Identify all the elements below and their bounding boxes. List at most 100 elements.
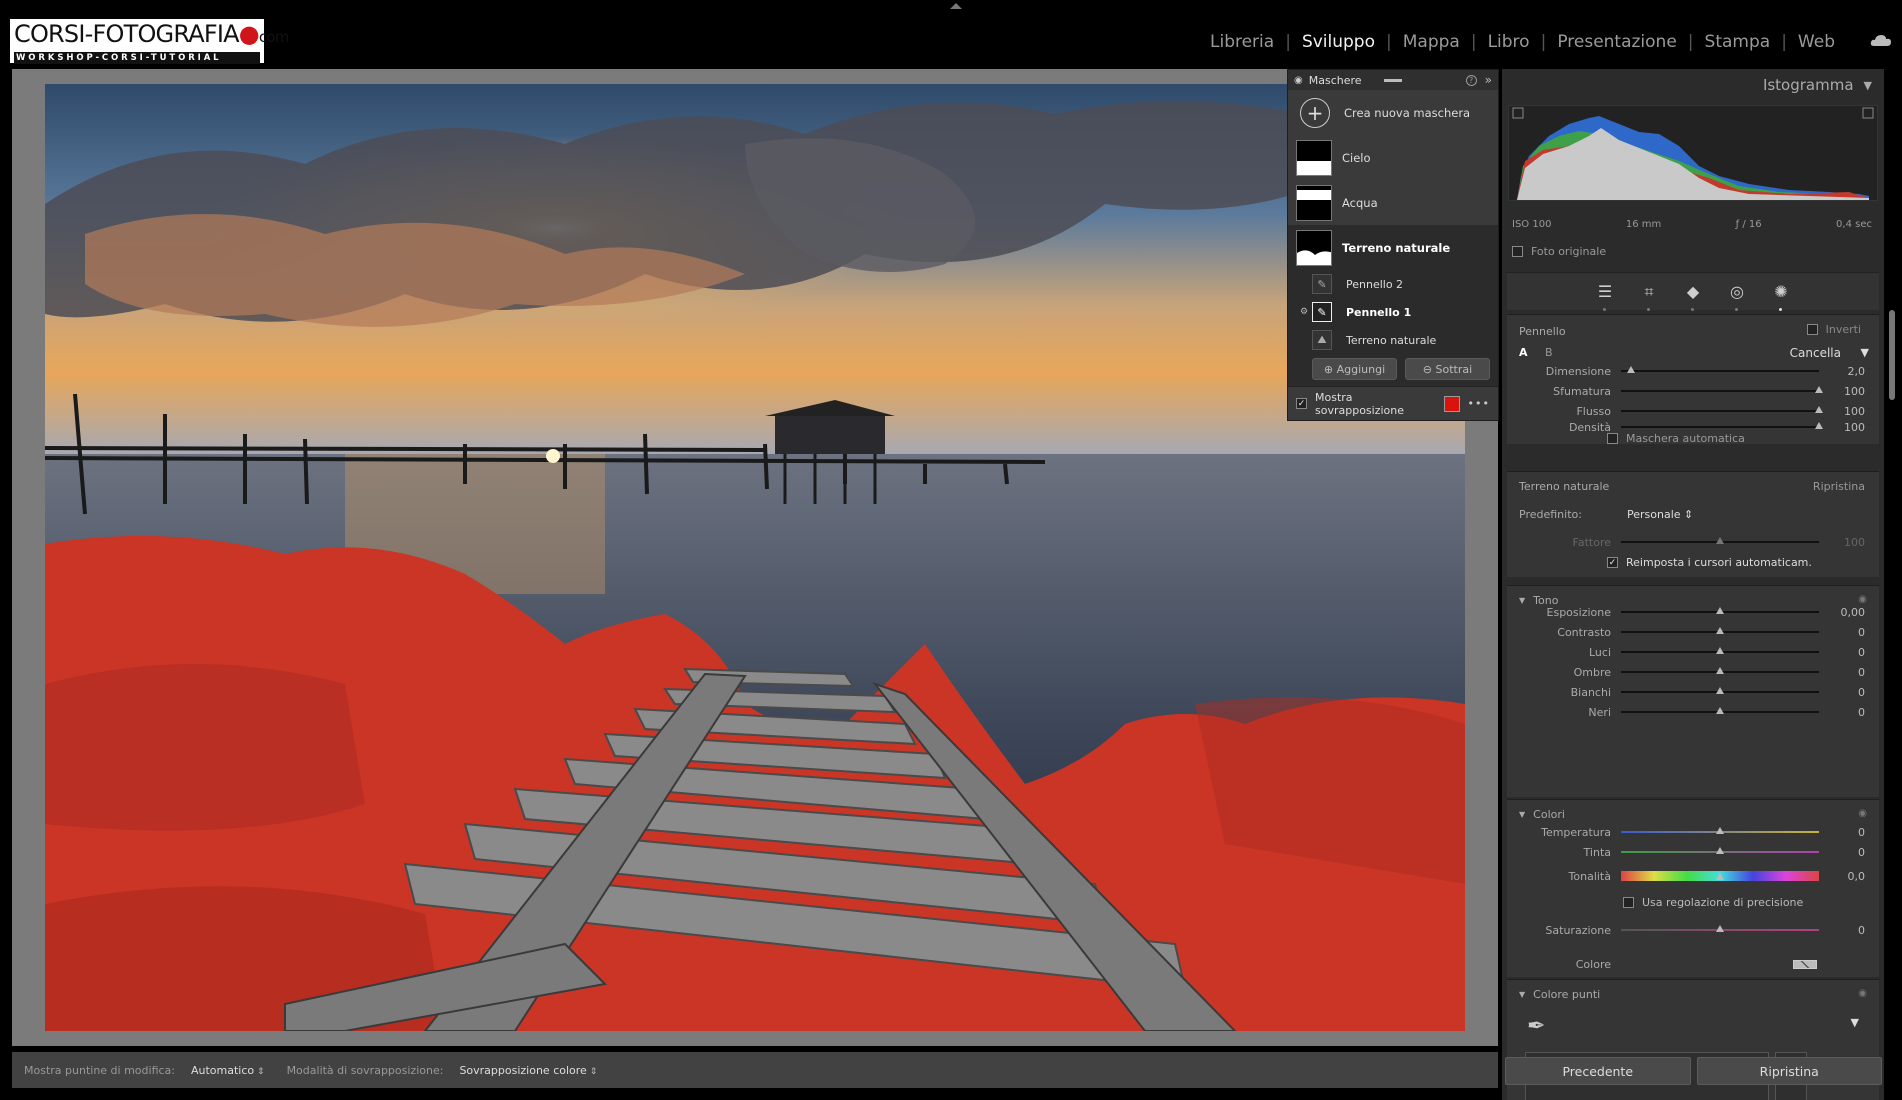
temperature-value[interactable]: 0	[1825, 826, 1865, 839]
auto-reset-checkbox[interactable]: ✓	[1607, 557, 1618, 568]
reset-button[interactable]: Ripristina	[1696, 1057, 1882, 1085]
edit-sliders-icon[interactable]: ☰	[1592, 279, 1618, 311]
previous-button[interactable]: Precedente	[1505, 1057, 1691, 1085]
cloud-sync-icon[interactable]	[1870, 34, 1892, 46]
hue-value[interactable]: 0,0	[1825, 870, 1866, 883]
red-eye-icon[interactable]: ◎	[1724, 279, 1750, 311]
tone-value[interactable]: 0	[1825, 646, 1865, 659]
feather-slider-row: Sfumatura 100	[1507, 383, 1879, 399]
hue-slider[interactable]	[1621, 871, 1819, 881]
preset-dropdown[interactable]: Personale ⇕	[1627, 508, 1693, 521]
right-panel: Istogramma ▼ ISO 100 16 mm ƒ / 16 0,4 se…	[1502, 69, 1884, 1100]
histogram-header[interactable]: Istogramma ▼	[1502, 69, 1884, 101]
mask-item-cielo[interactable]: Cielo	[1288, 135, 1498, 180]
tone-value[interactable]: 0	[1825, 706, 1865, 719]
eyedropper-icon[interactable]: ✒	[1527, 1014, 1545, 1039]
plus-icon: +	[1300, 97, 1330, 128]
component-pennello-1[interactable]: ⚙ ✎ Pennello 1	[1288, 298, 1498, 326]
component-pennello-2[interactable]: ✎ Pennello 2	[1288, 270, 1498, 298]
overlay-mode-dropdown[interactable]: Sovrapposizione colore	[459, 1064, 597, 1077]
create-new-mask-button[interactable]: + Crea nuova maschera	[1288, 90, 1498, 135]
point-color-dropdown-icon[interactable]: ▼	[1851, 1016, 1859, 1029]
tone-slider[interactable]	[1621, 667, 1819, 674]
density-value[interactable]: 100	[1825, 421, 1865, 434]
tone-slider[interactable]	[1621, 627, 1819, 634]
saturation-value[interactable]: 0	[1825, 924, 1865, 937]
tone-value[interactable]: 0	[1825, 626, 1865, 639]
masking-icon[interactable]: ✺	[1768, 279, 1794, 311]
automask-checkbox[interactable]	[1607, 433, 1618, 444]
right-panel-scrollbar[interactable]	[1889, 310, 1895, 400]
create-new-mask-label: Crea nuova maschera	[1344, 105, 1471, 120]
collapse-bar-icon[interactable]	[1383, 78, 1402, 82]
tone-slider[interactable]	[1621, 647, 1819, 654]
colors-visibility-eye-icon[interactable]: ◉	[1858, 808, 1867, 819]
size-slider[interactable]	[1621, 366, 1819, 373]
tone-value[interactable]: 0	[1825, 686, 1865, 699]
original-photo-checkbox[interactable]	[1512, 246, 1523, 257]
original-photo-toggle[interactable]: Foto originale	[1512, 245, 1606, 258]
brush-icon: ✎	[1312, 302, 1332, 322]
show-overlay-checkbox[interactable]: ✓	[1296, 398, 1307, 409]
module-libreria[interactable]: Libreria	[1199, 32, 1285, 52]
point-color-header[interactable]: ▼ Colore punti	[1519, 988, 1600, 1001]
add-button[interactable]: ⊕ Aggiungi	[1312, 358, 1397, 380]
point-color-visibility-eye-icon[interactable]: ◉	[1858, 988, 1867, 999]
invert-checkbox[interactable]	[1806, 324, 1818, 335]
flow-value[interactable]: 100	[1825, 405, 1865, 418]
feather-slider[interactable]	[1621, 386, 1823, 393]
collapse-triangle-icon[interactable]: ▼	[1864, 79, 1872, 92]
slider-label: Tonalità	[1568, 869, 1611, 883]
more-options-icon[interactable]: •••	[1468, 397, 1490, 410]
tone-value[interactable]: 0,00	[1825, 606, 1866, 619]
color-swatch-picker[interactable]	[1793, 959, 1817, 969]
crop-icon[interactable]: ⌗	[1636, 279, 1662, 311]
module-mappa[interactable]: Mappa	[1392, 32, 1471, 52]
colors-header[interactable]: ▼ Colori	[1519, 808, 1565, 821]
temperature-slider[interactable]	[1621, 827, 1819, 834]
module-stampa[interactable]: Stampa	[1694, 32, 1782, 52]
tone-slider[interactable]	[1621, 687, 1819, 694]
feather-value[interactable]: 100	[1825, 385, 1865, 398]
help-icon[interactable]: ?	[1465, 74, 1477, 86]
size-value[interactable]: 2,0	[1825, 365, 1866, 378]
visibility-eye-icon[interactable]: ◉	[1294, 75, 1303, 86]
subtract-button[interactable]: ⊖ Sottrai	[1405, 358, 1490, 380]
amount-value[interactable]: 100	[1825, 536, 1865, 549]
image-viewer[interactable]	[12, 69, 1498, 1046]
module-web[interactable]: Web	[1787, 32, 1846, 52]
component-terreno-naturale[interactable]: ⛰ Terreno naturale	[1288, 326, 1498, 354]
fine-adjust-checkbox[interactable]	[1623, 897, 1634, 908]
saturation-slider[interactable]	[1621, 925, 1819, 932]
photo-with-mask-overlay[interactable]	[45, 84, 1465, 1031]
tint-value[interactable]: 0	[1825, 846, 1865, 859]
density-slider[interactable]	[1621, 422, 1823, 429]
settings-gear-icon[interactable]: ⚙	[1300, 307, 1308, 317]
slider-label: Bianchi	[1570, 685, 1611, 699]
healing-eraser-icon[interactable]: ◆	[1680, 279, 1706, 311]
mask-item-acqua[interactable]: Acqua	[1288, 180, 1498, 225]
masks-panel-header: ◉ Maschere ? »	[1288, 70, 1498, 90]
module-sviluppo[interactable]: Sviluppo	[1291, 32, 1386, 52]
brush-erase-mode[interactable]: Cancella	[1790, 346, 1841, 360]
overlay-mode-label: Modalità di sovrapposizione:	[286, 1063, 444, 1077]
tint-slider[interactable]	[1621, 847, 1819, 854]
show-pins-dropdown[interactable]: Automatico	[191, 1064, 265, 1077]
component-label: Pennello 1	[1346, 305, 1412, 319]
tone-value[interactable]: 0	[1825, 666, 1865, 679]
brush-b-tab[interactable]: B	[1545, 346, 1553, 359]
mask-item-terreno-naturale[interactable]: Terreno naturale	[1288, 225, 1498, 270]
module-libro[interactable]: Libro	[1477, 32, 1541, 52]
collapse-top-panel-arrow[interactable]	[950, 3, 962, 9]
amount-slider[interactable]	[1621, 537, 1819, 544]
flow-slider[interactable]	[1621, 406, 1823, 413]
slider-label: Neri	[1588, 705, 1611, 719]
brush-mode-dropdown-icon[interactable]: ▼	[1861, 346, 1869, 359]
module-presentazione[interactable]: Presentazione	[1546, 32, 1687, 52]
reset-mask-button[interactable]: Ripristina	[1813, 480, 1865, 493]
brush-a-tab[interactable]: A	[1519, 346, 1528, 359]
tone-slider[interactable]	[1621, 607, 1819, 614]
expand-panel-icon[interactable]: »	[1485, 73, 1492, 87]
tone-slider[interactable]	[1621, 707, 1819, 714]
overlay-color-swatch[interactable]	[1443, 395, 1460, 412]
